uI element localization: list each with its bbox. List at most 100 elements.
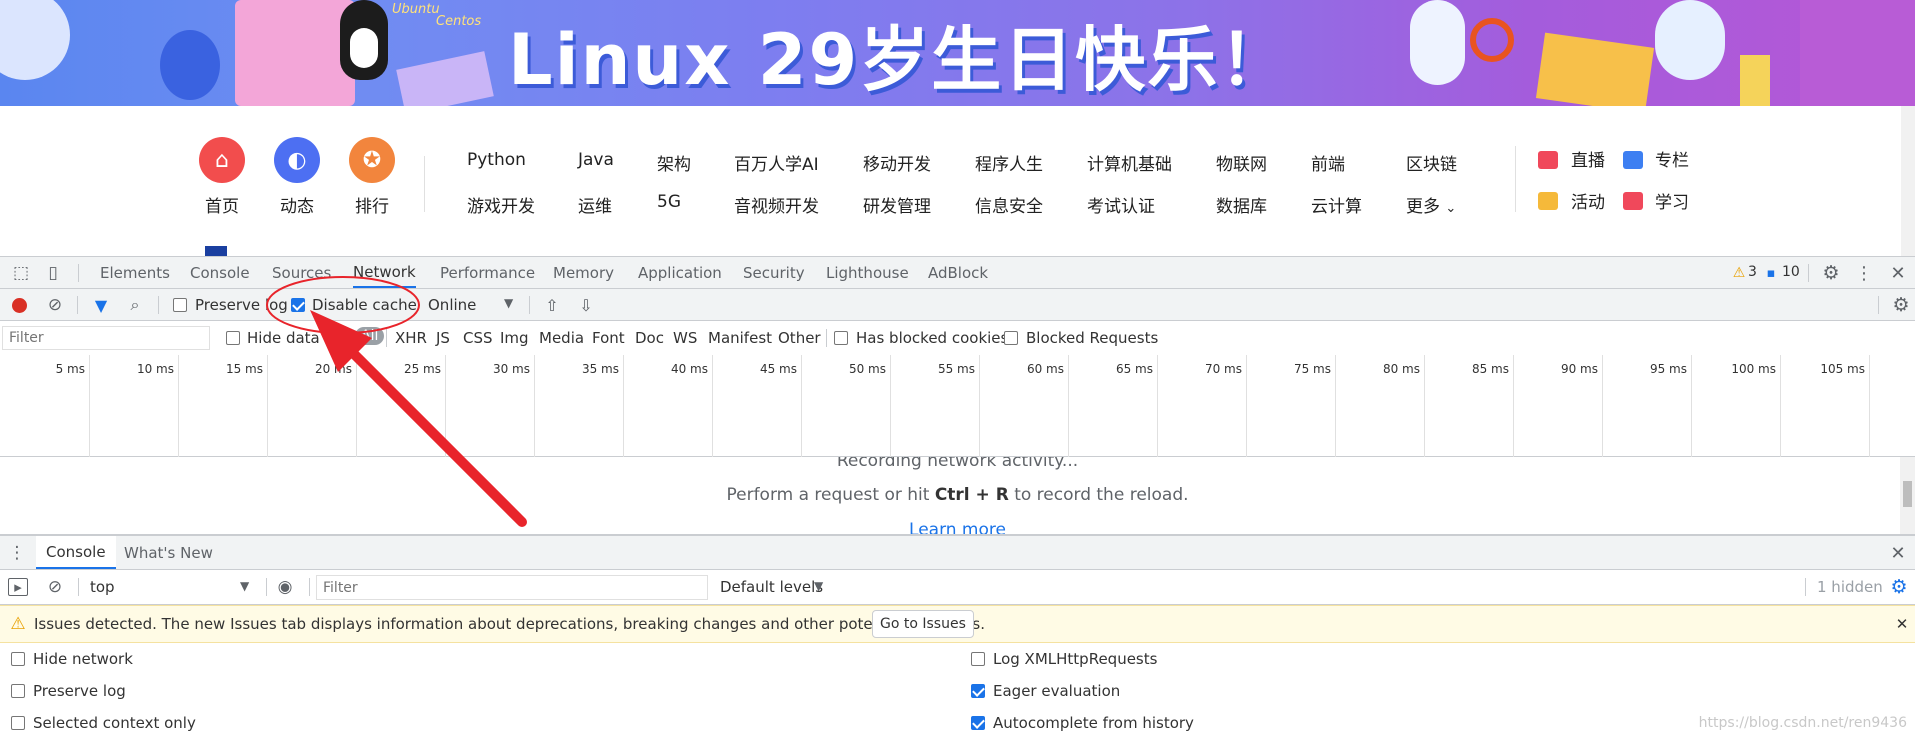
tab-security[interactable]: Security (743, 257, 805, 288)
type-filter-doc[interactable]: Doc (635, 329, 664, 347)
category-link[interactable]: 游戏开发 (467, 192, 535, 217)
learn-more-link[interactable]: Learn more (0, 520, 1915, 535)
tab-adblock[interactable]: AdBlock (928, 257, 988, 288)
timeline-gridline (89, 355, 90, 457)
side-link-live[interactable]: 直播 (1571, 146, 1605, 171)
close-icon[interactable]: ✕ (1892, 614, 1912, 634)
close-icon[interactable]: ✕ (1888, 262, 1908, 284)
category-link[interactable]: 运维 (578, 192, 612, 217)
eye-icon[interactable]: ◉ (273, 577, 297, 597)
filter-icon[interactable]: ▼ (91, 295, 111, 315)
category-link[interactable]: 信息安全 (975, 192, 1043, 217)
nav-home-link[interactable]: 首页 (205, 192, 239, 217)
clear-console-icon[interactable]: ⊘ (45, 577, 65, 597)
type-filter-media[interactable]: Media (539, 329, 584, 347)
tab-performance[interactable]: Performance (440, 257, 535, 288)
tab-network[interactable]: Network (353, 257, 416, 288)
search-icon[interactable]: ⌕ (125, 295, 145, 315)
side-link-activity[interactable]: 活动 (1571, 188, 1605, 213)
throttling-select[interactable]: Online ▼ (420, 293, 520, 317)
eager-evaluation-checkbox[interactable] (971, 684, 985, 698)
nav-feed-link[interactable]: 动态 (280, 192, 314, 217)
has-blocked-cookies-checkbox[interactable] (834, 331, 848, 345)
sidebar-toggle-icon[interactable]: ▸ (8, 578, 28, 596)
category-link[interactable]: 云计算 (1311, 192, 1362, 217)
nav-rank-link[interactable]: 排行 (355, 192, 389, 217)
drawer-tab-whats-new[interactable]: What's New (124, 536, 213, 569)
category-link[interactable]: Python (467, 150, 526, 170)
banner-edge (1800, 0, 1915, 106)
side-link-column[interactable]: 专栏 (1655, 146, 1689, 171)
empty-state-scrollbar[interactable] (1900, 457, 1915, 535)
category-link[interactable]: 区块链 (1406, 150, 1457, 175)
type-filter-font[interactable]: Font (592, 329, 625, 347)
tab-console[interactable]: Console (190, 257, 250, 288)
type-filter-img[interactable]: Img (500, 329, 529, 347)
export-har-icon[interactable]: ⇩ (576, 295, 596, 315)
console-settings-gear-icon[interactable]: ⚙ (1888, 576, 1910, 598)
category-link[interactable]: 计算机基础 (1087, 150, 1172, 175)
category-link[interactable]: 架构 (657, 150, 691, 175)
category-link[interactable]: 百万人学AI (734, 150, 819, 175)
category-link[interactable]: 前端 (1311, 150, 1345, 175)
blocked-requests-checkbox[interactable] (1004, 331, 1018, 345)
selected-context-checkbox[interactable] (11, 716, 25, 730)
tab-memory[interactable]: Memory (553, 257, 614, 288)
kebab-menu-icon[interactable]: ⋮ (1855, 262, 1873, 284)
autocomplete-checkbox[interactable] (971, 716, 985, 730)
network-settings-gear-icon[interactable]: ⚙ (1890, 294, 1912, 316)
category-link[interactable]: 移动开发 (863, 150, 931, 175)
side-link-study[interactable]: 学习 (1655, 188, 1689, 213)
home-icon[interactable]: ⌂ (199, 137, 245, 183)
page-scrollbar[interactable] (1901, 106, 1915, 256)
disable-cache-checkbox[interactable] (291, 298, 305, 312)
type-filter-other[interactable]: Other (778, 329, 821, 347)
category-link[interactable]: 音视频开发 (734, 192, 819, 217)
category-link[interactable]: 5G (657, 192, 681, 212)
drawer-menu-icon[interactable]: ⋮ (9, 543, 26, 563)
hide-network-checkbox[interactable] (11, 652, 25, 666)
network-filter-input[interactable] (2, 326, 210, 350)
import-har-icon[interactable]: ⇧ (542, 295, 562, 315)
type-filter-all[interactable]: All (355, 327, 385, 345)
gear-icon[interactable]: ⚙ (1820, 262, 1842, 284)
inspect-element-icon[interactable]: ⬚ (10, 263, 32, 283)
type-filter-ws[interactable]: WS (673, 329, 697, 347)
hide-data-urls-checkbox[interactable] (226, 331, 240, 345)
log-xhr-checkbox[interactable] (971, 652, 985, 666)
preserve-log-console-checkbox[interactable] (11, 684, 25, 698)
console-filter-input[interactable] (316, 575, 708, 600)
type-filter-js[interactable]: JS (436, 329, 450, 347)
medal-icon[interactable]: ✪ (349, 137, 395, 183)
drawer-tab-console[interactable]: Console (36, 536, 116, 569)
category-link[interactable]: 程序人生 (975, 150, 1043, 175)
distro-label: Ubuntu (392, 2, 440, 17)
clear-icon[interactable]: ⊘ (45, 295, 65, 315)
tab-elements[interactable]: Elements (100, 257, 170, 288)
device-toolbar-icon[interactable]: ▯ (42, 263, 64, 283)
log-levels-select[interactable]: Default levels ▼ (712, 575, 842, 600)
tab-application[interactable]: Application (638, 257, 722, 288)
scrollbar-thumb[interactable] (1903, 481, 1912, 507)
warnings-count[interactable]: 3 (1748, 264, 1757, 280)
more-dropdown[interactable]: 更多 ⌄ (1406, 192, 1456, 217)
category-link[interactable]: Java (578, 150, 614, 170)
tab-sources[interactable]: Sources (272, 257, 331, 288)
go-to-issues-button[interactable]: Go to Issues (872, 610, 974, 638)
planet-icon[interactable]: ◐ (274, 137, 320, 183)
category-link[interactable]: 考试认证 (1087, 192, 1155, 217)
preserve-log-checkbox[interactable] (173, 298, 187, 312)
type-filter-manifest[interactable]: Manifest (708, 329, 772, 347)
record-icon[interactable] (12, 298, 27, 313)
category-link[interactable]: 研发管理 (863, 192, 931, 217)
type-filter-xhr[interactable]: XHR (395, 329, 427, 347)
close-drawer-icon[interactable]: ✕ (1888, 543, 1908, 564)
tab-lighthouse[interactable]: Lighthouse (826, 257, 909, 288)
network-overview-timeline[interactable]: 5 ms 10 ms 15 ms 20 ms 25 ms 30 ms 35 ms 40 ms 4… (0, 355, 1915, 457)
messages-count[interactable]: 10 (1782, 264, 1800, 280)
context-select[interactable]: top ▼ (82, 574, 254, 600)
category-link[interactable]: 数据库 (1216, 192, 1267, 217)
category-link[interactable]: 物联网 (1216, 150, 1267, 175)
type-filter-css[interactable]: CSS (463, 329, 493, 347)
birthday-banner[interactable]: Ubuntu Centos Linux 29岁生日快乐！ (0, 0, 1915, 106)
